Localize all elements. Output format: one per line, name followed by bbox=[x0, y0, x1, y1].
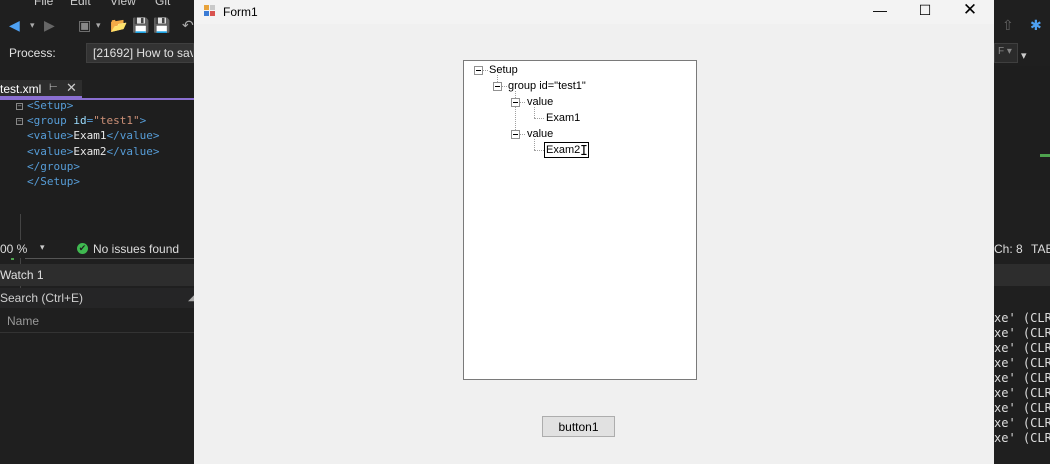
watch-search-placeholder: Search (Ctrl+E) bbox=[0, 291, 84, 305]
tree-line bbox=[534, 118, 544, 119]
button1[interactable]: button1 bbox=[542, 416, 615, 437]
form-app-icon bbox=[204, 5, 216, 17]
toolbar-overflow-icon[interactable]: ▾ bbox=[1021, 49, 1027, 62]
output-line: xe' (CLR bbox=[994, 431, 1050, 445]
tree-node-value[interactable]: value bbox=[527, 128, 553, 140]
tree-line bbox=[520, 134, 525, 135]
fold-toggle-group[interactable]: − bbox=[16, 118, 23, 125]
save-all-icon[interactable]: 💾 bbox=[153, 17, 170, 33]
output-line: xe' (CLR bbox=[994, 341, 1050, 355]
close-tab-icon[interactable]: ✕ bbox=[66, 80, 77, 96]
tab-mode[interactable]: TAB bbox=[1031, 242, 1050, 256]
menu-edit[interactable]: Edit bbox=[70, 0, 91, 8]
menu-file[interactable]: File bbox=[34, 0, 53, 8]
code-line-6: </Setup> bbox=[27, 175, 80, 188]
output-line: xe' (CLR bbox=[994, 311, 1050, 325]
editor-right-edge bbox=[994, 66, 1050, 190]
check-circle-icon: ✔ bbox=[77, 243, 88, 254]
char-position: Ch: 8 bbox=[994, 242, 1023, 256]
code-line-3: <value>Exam1</value> bbox=[27, 129, 160, 142]
xml-editor[interactable]: − <Setup> − <group id="test1"> <value>Ex… bbox=[0, 99, 194, 290]
text-cursor-icon: I bbox=[580, 144, 588, 159]
issues-status[interactable]: No issues found bbox=[93, 242, 179, 256]
output-line: xe' (CLR bbox=[994, 401, 1050, 415]
tree-node-exam1[interactable]: Exam1 bbox=[546, 112, 580, 124]
step-up-icon[interactable]: ⇧ bbox=[1002, 17, 1014, 33]
scrollbar-change-marker bbox=[1040, 154, 1050, 157]
open-folder-icon[interactable]: 📂 bbox=[110, 17, 127, 33]
tree-node-group[interactable]: group id="test1" bbox=[508, 80, 586, 92]
tree-node-value[interactable]: value bbox=[527, 96, 553, 108]
tree-node-setup[interactable]: Setup bbox=[489, 64, 518, 76]
tree-line bbox=[534, 139, 535, 150]
minimize-button[interactable]: — bbox=[864, 2, 896, 22]
zoom-dropdown-icon[interactable]: ▾ bbox=[40, 242, 45, 253]
watch-name-column[interactable]: Name bbox=[7, 314, 39, 328]
tree-line bbox=[483, 70, 488, 71]
tree-line bbox=[534, 150, 544, 151]
save-icon[interactable]: 💾 bbox=[132, 17, 149, 33]
output-line: xe' (CLR bbox=[994, 326, 1050, 340]
menu-view[interactable]: View bbox=[110, 0, 136, 8]
tree-line bbox=[520, 102, 525, 103]
code-line-1: <Setup> bbox=[27, 99, 74, 112]
collapse-icon[interactable] bbox=[511, 98, 520, 107]
fold-toggle-setup[interactable]: − bbox=[16, 103, 23, 110]
code-line-4: <value>Exam2</value> bbox=[27, 145, 160, 158]
undo-icon[interactable]: ↶ bbox=[182, 17, 194, 33]
form1-title: Form1 bbox=[223, 5, 258, 19]
diagnostics-icon[interactable]: ✱ bbox=[1030, 17, 1042, 33]
back-icon[interactable]: ◀ bbox=[9, 17, 20, 33]
new-item-icon[interactable]: ▣ bbox=[78, 17, 91, 33]
pin-icon[interactable]: ⊢ bbox=[49, 82, 58, 93]
output-line: xe' (CLR bbox=[994, 356, 1050, 370]
tree-line bbox=[502, 86, 507, 87]
collapse-icon[interactable] bbox=[511, 130, 520, 139]
process-selector[interactable]: [21692] How to save treev bbox=[86, 43, 194, 63]
back-dropdown-icon[interactable]: ▾ bbox=[30, 17, 35, 33]
output-line: xe' (CLR bbox=[994, 416, 1050, 430]
code-line-2: <group id="test1"> bbox=[27, 114, 147, 127]
output-panel-header bbox=[994, 264, 1050, 286]
zoom-level[interactable]: 00 % bbox=[0, 242, 27, 256]
tree-line bbox=[534, 107, 535, 118]
output-line: xe' (CLR bbox=[994, 371, 1050, 385]
watch-title[interactable]: Watch 1 bbox=[0, 268, 44, 282]
maximize-button[interactable]: ☐ bbox=[909, 2, 941, 22]
treeview[interactable] bbox=[463, 60, 697, 380]
output-line: xe' (CLR bbox=[994, 386, 1050, 400]
editor-tab-label: test.xml bbox=[0, 82, 42, 96]
collapse-icon[interactable] bbox=[493, 82, 502, 91]
forward-icon[interactable]: ▶ bbox=[44, 17, 55, 33]
new-item-dropdown-icon[interactable]: ▾ bbox=[96, 17, 101, 33]
close-button[interactable]: ✕ bbox=[954, 0, 986, 22]
code-line-5: </group> bbox=[27, 160, 80, 173]
right-combo[interactable]: F ▾ bbox=[994, 43, 1018, 63]
menu-git[interactable]: Git bbox=[155, 0, 170, 8]
process-label: Process: bbox=[9, 46, 56, 60]
collapse-icon[interactable] bbox=[474, 66, 483, 75]
